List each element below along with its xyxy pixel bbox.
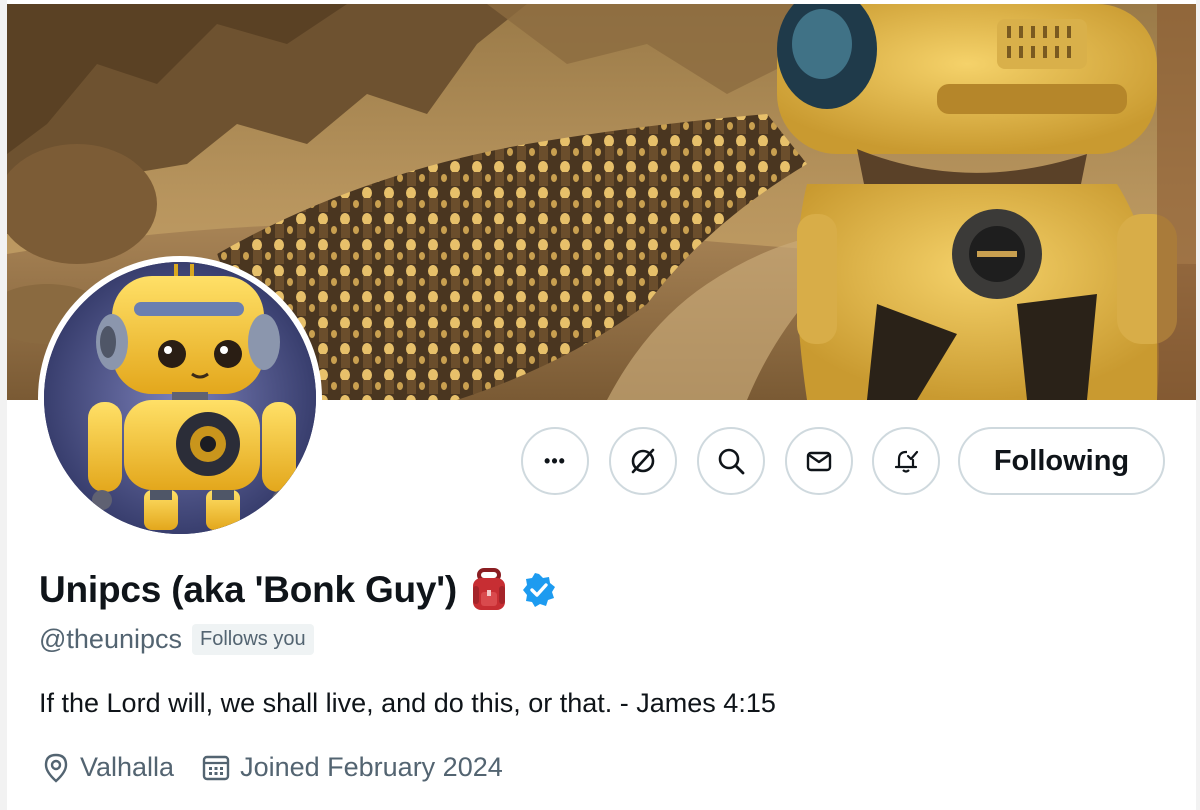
message-button[interactable]	[785, 427, 853, 495]
verified-badge-icon[interactable]	[521, 572, 557, 608]
right-frame-edge	[1196, 0, 1200, 810]
user-handle: @theunipcs	[39, 624, 182, 654]
grok-button[interactable]	[609, 427, 677, 495]
location-item: Valhalla	[42, 752, 174, 783]
profile-avatar[interactable]	[44, 262, 316, 534]
backpack-emoji-icon	[473, 568, 506, 610]
profile-avatar-frame[interactable]	[38, 256, 322, 540]
search-icon	[718, 448, 745, 475]
joined-date-text: Joined February 2024	[240, 752, 503, 782]
calendar-icon	[202, 755, 230, 780]
follows-you-badge: Follows you	[192, 624, 314, 655]
left-frame-edge	[0, 0, 7, 810]
profile-name-row: Unipcs (aka 'Bonk Guy')	[39, 568, 557, 612]
joined-item: Joined February 2024	[202, 752, 503, 783]
following-label: Following	[993, 444, 1130, 477]
more-options-button[interactable]: •••	[521, 427, 589, 495]
profile-bio: If the Lord will, we shall live, and do …	[39, 688, 776, 718]
notifications-button[interactable]	[872, 427, 940, 495]
profile-meta-row: Valhalla Joined February 2024	[42, 752, 521, 783]
location-text: Valhalla	[80, 752, 175, 782]
handle-row: @theunipcs Follows you	[39, 624, 314, 655]
envelope-icon	[806, 451, 832, 472]
grok-slash-icon	[631, 448, 655, 474]
search-profile-button[interactable]	[697, 427, 765, 495]
location-pin-icon	[44, 753, 68, 783]
following-button[interactable]: Following	[958, 427, 1165, 495]
more-dots-icon: •••	[544, 450, 566, 471]
display-name: Unipcs (aka 'Bonk Guy')	[39, 569, 458, 610]
bell-check-icon	[894, 450, 919, 473]
